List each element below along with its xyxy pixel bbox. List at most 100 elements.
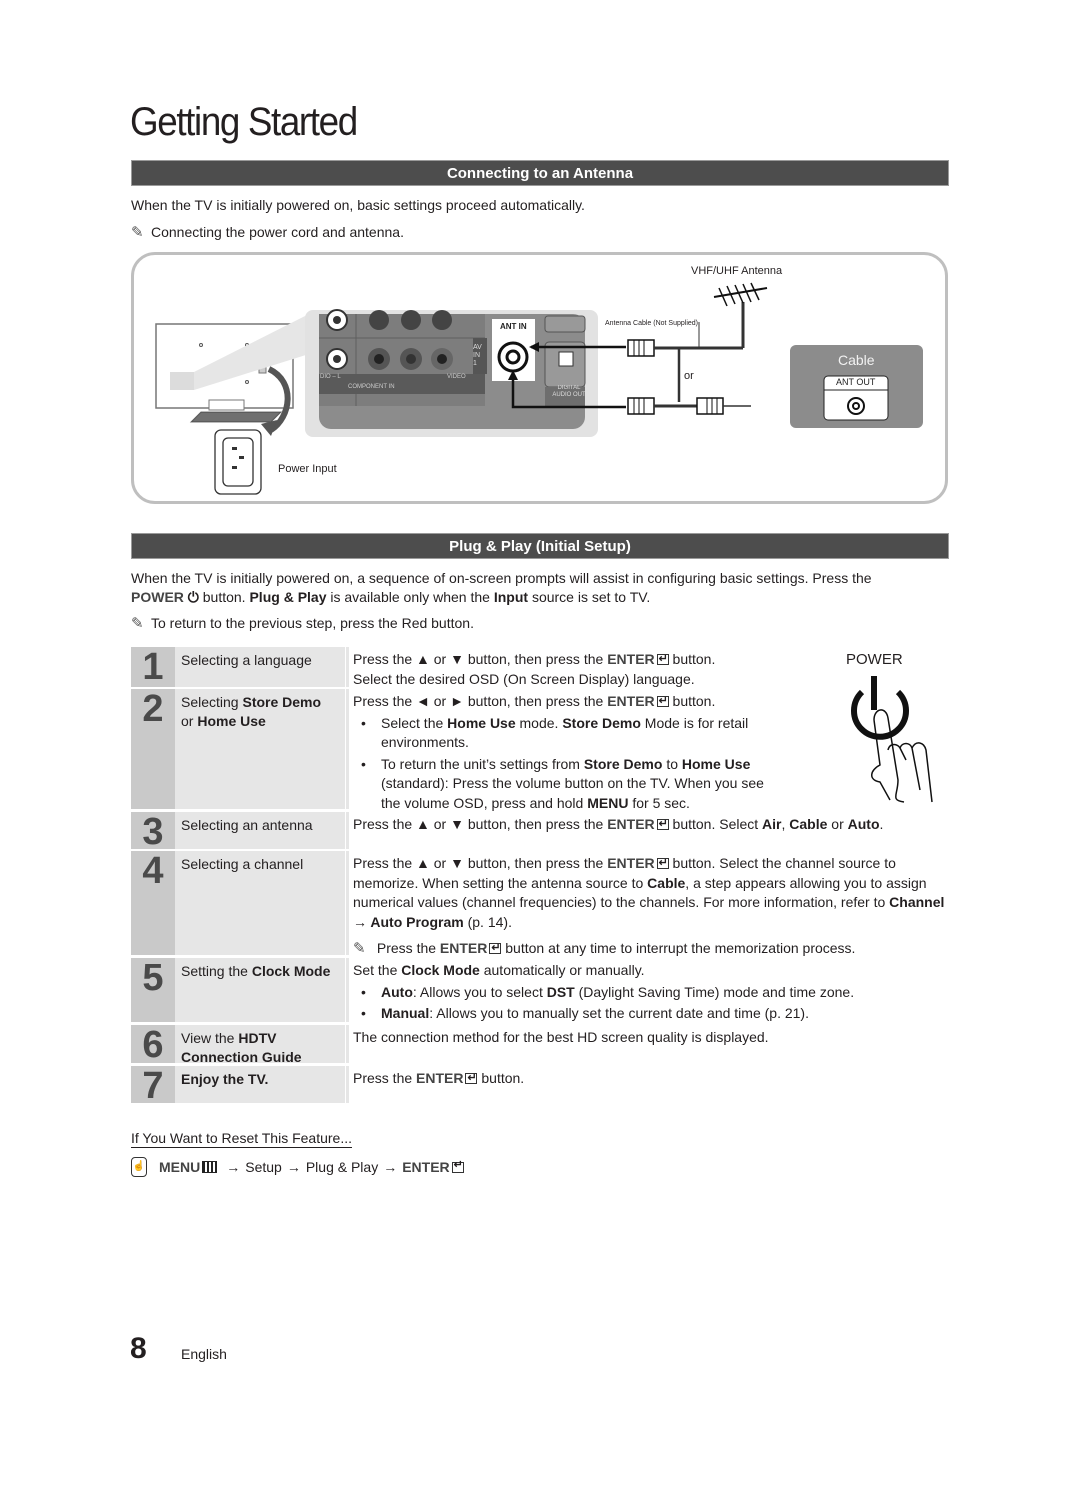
step-note: ✎ Press the ENTER button at any time to …	[353, 939, 949, 959]
ant-in-label: ANT IN	[500, 322, 527, 331]
plug-play-intro-line1: When the TV is initially powered on, a s…	[131, 570, 872, 586]
step-description: Press the ▲ or ▼ button, then press the …	[346, 812, 946, 849]
enter-word: ENTER	[402, 1159, 450, 1175]
desc-text: for 5 sec.	[632, 794, 690, 811]
section-header-antenna: Connecting to an Antenna	[131, 160, 949, 186]
step-title: Selecting Store Demo or Home Use	[175, 689, 345, 809]
title-bold: Clock Mode	[251, 963, 331, 979]
step-description: Press the ENTER button.	[346, 1066, 946, 1103]
desc-bold: MENU	[587, 794, 629, 811]
intro-text: source is set to TV.	[531, 589, 651, 605]
step-description: Set the Clock Mode automatically or manu…	[346, 958, 946, 1023]
title-text: Setting the	[181, 963, 248, 979]
bullet-item: Select the Home Use mode. Store Demo Mod…	[353, 714, 786, 753]
step-title: Selecting an antenna	[175, 812, 345, 849]
enter-word: ENTER	[607, 855, 655, 871]
enter-key-icon	[656, 650, 669, 670]
plug-play-intro: When the TV is initially powered on, a s…	[131, 569, 951, 607]
step-number: 4	[131, 851, 175, 955]
arrow: →	[226, 1159, 241, 1175]
plug-play-note-text: To return to the previous step, press th…	[151, 615, 474, 631]
desc-text: (Daylight Saving Time) mode and time zon…	[578, 983, 855, 1000]
desc-text: button at any time to interrupt the memo…	[505, 940, 856, 956]
video-label: VIDEO	[447, 374, 466, 380]
plug-play-intro-line2: POWER ⏻ button. Plug & Play is available…	[131, 588, 951, 607]
desc-text: Select the desired OSD (On Screen Displa…	[353, 670, 695, 687]
step-row-4: 4 Selecting a channel Press the ▲ or ▼ b…	[131, 851, 949, 959]
desc-text: : Allows you to select	[412, 983, 543, 1000]
step-description: Press the ▲ or ▼ button, then press the …	[346, 851, 949, 959]
desc-bold: Store Demo	[562, 714, 641, 731]
step-number: 2	[131, 689, 175, 809]
plug-play-term: Plug & Play	[249, 589, 327, 605]
enter-key-icon	[656, 692, 669, 712]
enter-word: ENTER	[416, 1070, 464, 1086]
connection-diagram-art	[155, 282, 923, 495]
desc-bold: Cable	[647, 874, 686, 891]
or-label: or	[684, 370, 694, 382]
bullet-item: To return the unit’s settings from Store…	[353, 755, 786, 814]
step-title: Setting the Clock Mode	[175, 958, 345, 1022]
step-number: 6	[131, 1025, 175, 1065]
enter-key-icon	[451, 1158, 464, 1173]
audio-l-label: DIO – L	[320, 374, 341, 380]
bullet-item: Auto: Allows you to select DST (Daylight…	[353, 983, 946, 1003]
antenna-cable-connectors	[627, 302, 751, 415]
power-icon: ⏻	[183, 589, 203, 605]
step-number: 3	[131, 812, 175, 852]
desc-bold: Manual	[381, 1005, 430, 1021]
section-header-plug-play: Plug & Play (Initial Setup)	[131, 533, 949, 559]
note-pencil-icon: ✎	[131, 224, 144, 241]
desc-text: To return the unit’s settings from	[381, 755, 580, 772]
desc-bold: Store Demo	[583, 755, 663, 772]
note-pencil-icon: ✎	[353, 940, 366, 957]
desc-text: mode.	[519, 714, 559, 731]
desc-text: Press the ◄ or ► button, then press the	[353, 693, 604, 709]
step-description: Press the ▲ or ▼ button, then press the …	[346, 647, 826, 687]
power-input-socket	[214, 429, 262, 495]
desc-text: : Allows you to manually set the current…	[429, 1005, 809, 1021]
arrow: →	[286, 1159, 301, 1175]
option-cable: Cable	[789, 816, 828, 832]
power-button-hand-icon	[851, 676, 933, 803]
enter-word: ENTER	[439, 940, 488, 956]
enter-word: ENTER	[607, 693, 655, 709]
step-description: The connection method for the best HD sc…	[346, 1025, 946, 1063]
desc-text: .	[879, 816, 884, 832]
antenna-cable-label: Antenna Cable (Not Supplied)	[605, 320, 699, 327]
remote-hand-icon: ☝	[131, 1157, 147, 1177]
step-row-7: 7 Enjoy the TV. Press the ENTER button.	[131, 1066, 949, 1106]
enter-key-icon	[656, 815, 669, 835]
step-title: Selecting a channel	[175, 851, 345, 955]
plug-play-item: Plug & Play	[305, 1159, 379, 1175]
setup-item: Setup	[245, 1159, 282, 1175]
title-text: Selecting	[181, 694, 239, 710]
enter-word: ENTER	[607, 816, 655, 832]
power-word: POWER	[131, 589, 184, 605]
desc-text: automatically or manually.	[483, 962, 645, 978]
reset-menu-path: ☝ MENU → Setup → Plug & Play → ENTER	[131, 1157, 464, 1177]
enter-key-icon	[656, 854, 669, 874]
title-text: or	[181, 713, 194, 729]
menu-word: MENU	[159, 1159, 201, 1175]
step-title: Selecting a language	[175, 647, 345, 687]
step-description: Press the ◄ or ► button, then press the …	[346, 689, 786, 811]
intro-text: is available only when the	[330, 589, 490, 605]
desc-bold: Auto	[381, 983, 413, 1000]
desc-text: Press the ▲ or ▼ button, then press the	[353, 816, 604, 832]
desc-text: to	[666, 755, 678, 772]
title-text: View the	[181, 1030, 235, 1046]
cable-label: Cable	[838, 352, 875, 368]
step-title: View the HDTV Connection Guide	[175, 1025, 345, 1065]
arrow: →	[383, 1159, 398, 1175]
desc-text: button.	[672, 651, 716, 667]
enter-word: ENTER	[607, 651, 655, 667]
page-language: English	[181, 1346, 227, 1362]
antenna-note: ✎ Connecting the power cord and antenna.	[131, 223, 404, 242]
digital-audio-label: DIGITAL AUDIO OUT	[552, 385, 586, 398]
power-input-label: Power Input	[278, 463, 337, 475]
desc-text: or	[831, 816, 844, 832]
step-row-5: 5 Setting the Clock Mode Set the Clock M…	[131, 958, 949, 1023]
vhf-uhf-antenna-label: VHF/UHF Antenna	[691, 265, 783, 277]
input-term: Input	[493, 589, 529, 605]
